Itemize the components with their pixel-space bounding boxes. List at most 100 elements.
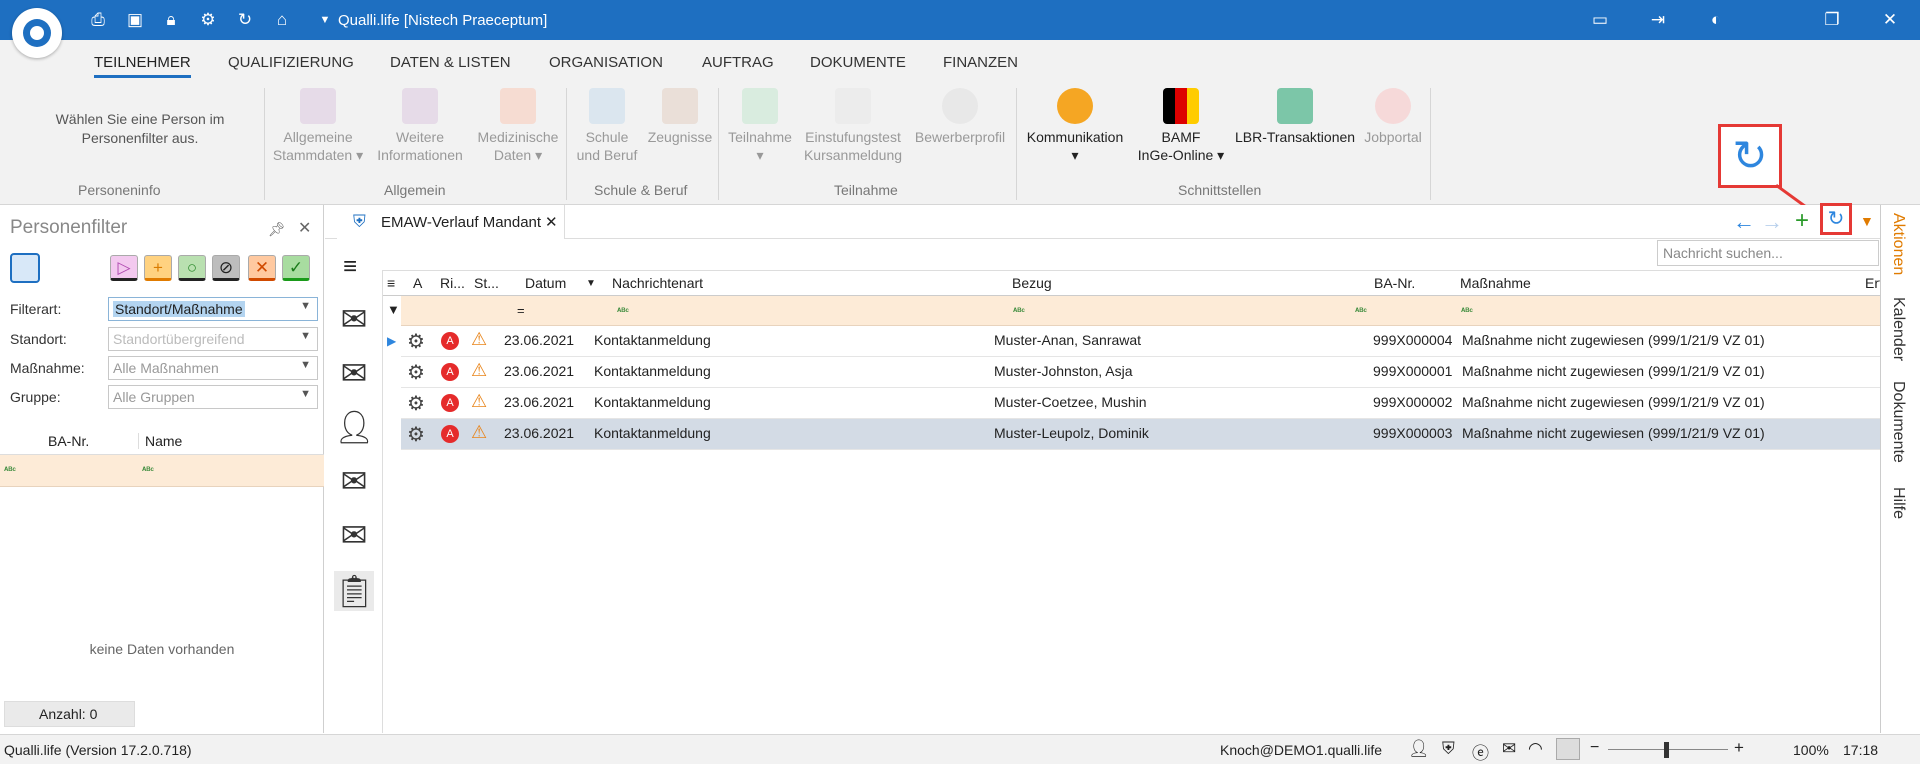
schule-und-beruf-button[interactable]: Schule und Beruf	[572, 88, 642, 164]
filter-funnel-icon[interactable]: ▼	[387, 302, 400, 317]
side-tab-hilfe[interactable]: Hilfe	[1889, 487, 1907, 519]
tab-finanzen[interactable]: FINANZEN	[943, 54, 1018, 71]
quick-access-dropdown-icon[interactable]: ▼	[314, 10, 336, 30]
circle-filter-icon[interactable]: ○	[178, 255, 206, 281]
column-datum[interactable]: Datum	[525, 275, 566, 291]
restore-window-icon[interactable]: ❐	[1820, 11, 1844, 29]
shield-check-icon[interactable]: ⛨	[1442, 739, 1455, 759]
cell-massnahme: Maßnahme nicht zugewiesen (999/1/21/9 VZ…	[1462, 425, 1765, 441]
german-flag-icon	[1163, 88, 1199, 124]
zeugnisse-button[interactable]: Zeugnisse	[642, 88, 718, 146]
close-panel-icon[interactable]: ✕	[298, 218, 311, 238]
table-row-selected[interactable]: ⚙ A ⚠ 23.06.2021 Kontaktanmeldung Muster…	[401, 419, 1881, 450]
clipboard-mail-icon[interactable]: 📋︎	[334, 571, 375, 611]
column-name[interactable]: Name	[138, 433, 182, 449]
tab-emaw-verlauf[interactable]: ⛨ EMAW-Verlauf Mandant ✕	[337, 205, 565, 239]
org-chart-icon	[742, 88, 778, 124]
gruppe-select[interactable]: Alle Gruppen ▼	[108, 385, 318, 409]
menu-dropdown-icon[interactable]: ▼	[1860, 213, 1874, 229]
contrast-icon[interactable]: ◐	[1704, 11, 1728, 29]
medizinische-daten-button[interactable]: Medizinische Daten ▾	[468, 88, 568, 164]
mail-icon[interactable]: ✉	[1502, 739, 1516, 759]
cell-nachrichtenart: Kontaktanmeldung	[594, 363, 711, 379]
massnahme-select[interactable]: Alle Maßnahmen ▼	[108, 356, 318, 380]
tab-organisation[interactable]: ORGANISATION	[549, 54, 663, 71]
bamf-inge-online-button[interactable]: BAMF InGe-Online ▾	[1128, 88, 1234, 164]
mail-warning-icon[interactable]: ✉	[334, 461, 374, 501]
close-tab-icon[interactable]: ✕	[545, 213, 558, 231]
column-richtung[interactable]: Ri...	[440, 275, 465, 291]
table-row[interactable]: ⚙ A ⚠ 23.06.2021 Kontaktanmeldung Muster…	[401, 326, 1881, 357]
app-logo[interactable]	[12, 8, 62, 58]
zoom-out-icon[interactable]: −	[1590, 739, 1599, 757]
cancel-filter-icon[interactable]: ✕	[248, 255, 276, 281]
login-icon[interactable]: ⇥	[1646, 11, 1670, 29]
gear-icon[interactable]: ⚙	[407, 391, 425, 416]
zoom-slider-thumb[interactable]	[1664, 742, 1669, 758]
column-ba-nr[interactable]: BA-Nr.	[48, 433, 89, 449]
lock-icon[interactable]: 🔒︎	[160, 10, 182, 30]
filterart-select[interactable]: Standort/Maßnahme ▼	[108, 297, 318, 321]
blocked-filter-icon[interactable]: ⊘	[212, 255, 240, 281]
standort-select[interactable]: Standortübergreifend ▼	[108, 327, 318, 351]
gear-icon[interactable]: ⚙	[407, 422, 425, 447]
test-tube-icon	[835, 88, 871, 124]
gear-icon[interactable]: ⚙	[407, 360, 425, 385]
weitere-informationen-button[interactable]: Weitere Informationen	[370, 88, 470, 164]
person-list-filter-row[interactable]: ᴬᴮᶜ ᴬᴮᶜ	[0, 455, 324, 487]
jobportal-button[interactable]: Jobportal	[1360, 88, 1426, 146]
add-filter-icon[interactable]: +	[144, 255, 172, 281]
tab-teilnehmer[interactable]: TEILNEHMER	[94, 54, 191, 78]
new-mail-icon[interactable]: ✉	[334, 299, 374, 339]
layout-icon[interactable]: ▭	[1588, 11, 1612, 29]
side-tab-aktionen[interactable]: Aktionen	[1889, 213, 1907, 275]
kommunikation-button[interactable]: Kommunikation ▾	[1020, 88, 1130, 164]
person-filter-icon[interactable]	[10, 253, 40, 283]
kommunikation-status-icon[interactable]: ⓔ	[1472, 739, 1489, 764]
play-filter-icon[interactable]: ▷	[110, 255, 138, 281]
mail-error-icon[interactable]: ✉	[334, 515, 374, 555]
einstufungstest-button[interactable]: Einstufungstest Kursanmeldung	[798, 88, 908, 164]
column-status[interactable]: St...	[474, 275, 499, 291]
bewerberprofil-button[interactable]: Bewerberprofil	[908, 88, 1012, 146]
back-arrow-icon[interactable]: ←	[1733, 209, 1755, 235]
column-ba-nr[interactable]: BA-Nr.	[1374, 275, 1415, 291]
pin-icon[interactable]: 📌︎	[268, 221, 286, 238]
teilnahme-button[interactable]: Teilnahme ▾	[722, 88, 798, 164]
side-tab-dokumente[interactable]: Dokumente	[1889, 381, 1907, 463]
check-filter-icon[interactable]: ✓	[282, 255, 310, 281]
user-icon[interactable]: 👤︎	[1408, 739, 1430, 759]
wifi-icon[interactable]: ◠	[1528, 739, 1543, 759]
tab-qualifizierung[interactable]: QUALIFIZIERUNG	[228, 54, 354, 71]
grid-filter-row[interactable]: = ᴬᴮᶜ ᴬᴮᶜ ᴬᴮᶜ ᴬᴮᶜ	[401, 296, 1881, 326]
tab-auftrag[interactable]: AUFTRAG	[702, 54, 774, 71]
zoom-in-icon[interactable]: +	[1734, 738, 1744, 758]
save-icon[interactable]: ▣	[124, 10, 146, 30]
hamburger-menu-icon[interactable]: ≡	[343, 253, 357, 281]
gear-icon[interactable]: ⚙	[407, 329, 425, 354]
settings-list-icon[interactable]: ⚙	[197, 10, 219, 30]
column-massnahme[interactable]: Maßnahme	[1460, 275, 1531, 291]
tab-dokumente[interactable]: DOKUMENTE	[810, 54, 906, 71]
side-tab-kalender[interactable]: Kalender	[1889, 297, 1907, 361]
message-search-input[interactable]: Nachricht suchen...	[1657, 240, 1879, 266]
forward-arrow-icon[interactable]: →	[1761, 209, 1783, 235]
lbr-transaktionen-button[interactable]: LBR-Transaktionen	[1232, 88, 1358, 146]
home-icon[interactable]: ⌂	[271, 10, 293, 30]
column-bezug[interactable]: Bezug	[1012, 275, 1052, 291]
print-icon[interactable]: ⎙	[87, 10, 109, 30]
column-nachrichtenart[interactable]: Nachrichtenart	[612, 275, 703, 291]
layout-toggle-icon[interactable]	[1556, 738, 1580, 760]
add-icon[interactable]: +	[1795, 207, 1809, 235]
tab-daten-listen[interactable]: DATEN & LISTEN	[390, 54, 511, 71]
table-row[interactable]: ⚙ A ⚠ 23.06.2021 Kontaktanmeldung Muster…	[401, 357, 1881, 388]
table-row[interactable]: ⚙ A ⚠ 23.06.2021 Kontaktanmeldung Muster…	[401, 388, 1881, 419]
column-a[interactable]: A	[413, 275, 422, 291]
close-window-icon[interactable]: ✕	[1878, 11, 1902, 29]
forward-mail-icon[interactable]: ✉	[334, 353, 374, 393]
refresh-button[interactable]: ↻	[1820, 203, 1852, 235]
refresh-icon[interactable]: ↻	[234, 10, 256, 30]
contact-query-icon[interactable]: 👤︎	[334, 407, 375, 447]
allgemeine-stammdaten-button[interactable]: Allgemeine Stammdaten ▾	[268, 88, 368, 164]
grid-menu-icon[interactable]: ≡	[387, 275, 395, 291]
